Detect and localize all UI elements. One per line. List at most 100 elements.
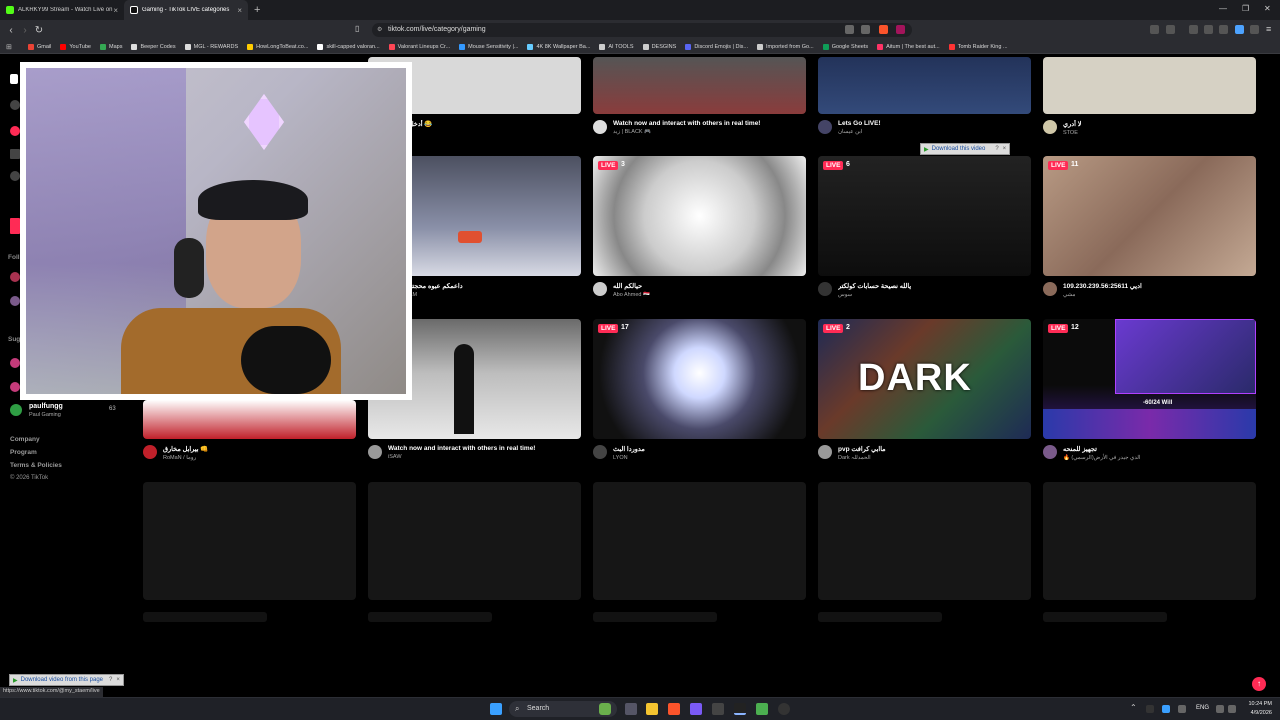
bookmark-item[interactable]: Valorant Lineups Cr... [388, 43, 450, 50]
stream-title[interactable]: Watch now and interact with others in re… [613, 120, 760, 127]
file-explorer-icon[interactable] [646, 703, 658, 715]
bookmark-item[interactable]: Discord Emojis | Dis... [685, 43, 748, 50]
stream-title[interactable]: Lets Go LIVE! [838, 120, 881, 127]
forward-icon[interactable]: › [18, 25, 32, 36]
vpn-icon[interactable] [1235, 25, 1244, 34]
bookmark-item[interactable]: Google Sheets [822, 43, 868, 50]
streamer-name[interactable]: سوس [838, 292, 911, 298]
stream-title[interactable]: مدوردا البث [613, 445, 645, 453]
bookmark-item[interactable]: Aitum | The best aut... [877, 43, 940, 50]
brave-rewards-icon[interactable] [896, 25, 905, 34]
apps-grid-icon[interactable]: ⊞ [6, 43, 12, 51]
reload-icon[interactable]: ↻ [32, 25, 46, 36]
sidebar-toggle-icon[interactable] [1204, 25, 1213, 34]
extension-icon[interactable] [845, 25, 854, 34]
tab-kick-stream[interactable]: ALKRKY99 Stream - Watch Live on K × [0, 0, 124, 20]
close-window-icon[interactable]: ✕ [1264, 4, 1271, 13]
profile-icon[interactable] [1250, 25, 1259, 34]
bookmark-item[interactable]: AI TOOLS [599, 43, 634, 50]
stream-thumbnail[interactable] [1043, 57, 1256, 114]
bookmark-item[interactable]: DESGINS [642, 43, 676, 50]
suggested-avatar[interactable] [10, 358, 20, 368]
capcut-icon[interactable] [734, 703, 746, 715]
live-card[interactable]: Lets Go LIVE! ابن عيسان [818, 57, 1031, 135]
share-icon[interactable] [861, 25, 870, 34]
streamer-name[interactable]: ابن عيسان [838, 129, 881, 135]
taskbar-search[interactable]: ⌕ Search [509, 701, 617, 717]
live-card[interactable]: -60/24 Will LIVE 12 تجهيز للمنحه 🔥 الدي ج… [1043, 319, 1256, 461]
app-icon[interactable] [712, 703, 724, 715]
streamer-name[interactable]: زيد | BLACK 🎮 [613, 129, 760, 135]
stream-title[interactable]: تجهيز للمنحه [1063, 445, 1140, 453]
help-icon[interactable]: ? [109, 677, 112, 683]
live-card[interactable]: LIVE 2 DARK pvp ماابي كرافت Dark الحمدللہ [818, 319, 1031, 461]
live-card[interactable]: بيرابل مخارق 👊 RoMaN / روما [143, 400, 356, 461]
bookmark-item[interactable]: Tomb Raider King ... [948, 43, 1008, 50]
streamer-name[interactable]: LYON [613, 455, 645, 461]
stream-thumbnail[interactable] [593, 57, 806, 114]
stream-thumbnail[interactable] [818, 57, 1031, 114]
back-arrow-icon[interactable] [10, 100, 20, 110]
streamer-name[interactable]: STOE [1063, 130, 1081, 136]
live-card[interactable]: LIVE 11 109.230.239.56:25611 اديي مشي [1043, 156, 1256, 298]
site-info-icon[interactable]: ⚙ [377, 23, 382, 37]
bookmark-item[interactable]: Maps [100, 43, 122, 50]
bookmark-item[interactable]: Gmail [28, 43, 51, 50]
windows-start-icon[interactable] [490, 703, 502, 715]
language-indicator[interactable]: ENG [1196, 705, 1209, 711]
streamer-name[interactable]: Abo Ahmed 🇮🇶 [613, 292, 650, 298]
bookmark-page-icon[interactable]: ▯ [355, 24, 359, 33]
footer-program-link[interactable]: Program [10, 449, 37, 456]
streamer-name[interactable]: Dark الحمدللہ [838, 455, 886, 461]
stream-title[interactable]: 109.230.239.56:25611 اديي [1063, 282, 1142, 290]
bookmark-item[interactable]: skill-capped valoran... [317, 43, 380, 50]
live-card[interactable]: LIVE 17 مدوردا البث LYON [593, 319, 806, 461]
stream-thumbnail[interactable]: LIVE 3 [593, 156, 806, 276]
bookmark-item[interactable]: YouTube [60, 43, 91, 50]
brave-shield-icon[interactable] [879, 25, 888, 34]
live-card[interactable]: Watch now and interact with others in re… [593, 57, 806, 135]
bookmark-item[interactable]: 4K 8K Wallpaper Ba... [527, 43, 590, 50]
stream-title[interactable]: Watch now and interact with others in re… [388, 445, 535, 452]
volume-icon[interactable] [1228, 705, 1236, 713]
suggested-user-paulfungg[interactable]: paulfungg Paul Gaming 63 [8, 403, 126, 423]
live-card[interactable]: لا أدري STOE [1043, 57, 1256, 136]
for-you-icon[interactable] [10, 126, 20, 136]
url-field[interactable]: ⚙ tiktok.com/live/category/gaming [372, 23, 912, 37]
streamer-name[interactable]: 🔥 الدي جيدر في الأرض(الرسمي) [1063, 455, 1140, 461]
leo-icon[interactable] [1219, 25, 1228, 34]
followed-avatar[interactable] [10, 296, 20, 306]
close-tab-icon[interactable]: × [237, 6, 242, 15]
extensions-icon[interactable] [1150, 25, 1159, 34]
bookmark-item[interactable]: MGL - REWARDS [184, 43, 238, 50]
stream-title[interactable]: يالله نصيحة حسابات كولكتر [838, 282, 911, 290]
scroll-to-top-button[interactable]: ↑ [1252, 677, 1266, 691]
stream-title[interactable]: pvp ماابي كرافت [838, 445, 886, 453]
live-card[interactable]: LIVE 6 يالله نصيحة حسابات كولكتر سوس [818, 156, 1031, 298]
stream-title[interactable]: حيالكم الله [613, 282, 650, 290]
close-icon[interactable]: × [1003, 146, 1007, 152]
minimize-icon[interactable]: — [1219, 4, 1227, 13]
minecraft-icon[interactable] [756, 703, 768, 715]
network-icon[interactable] [1216, 705, 1224, 713]
maximize-icon[interactable]: ❐ [1242, 4, 1249, 13]
close-tab-icon[interactable]: × [113, 6, 118, 15]
footer-company-link[interactable]: Company [10, 436, 40, 443]
keyboard-icon[interactable] [1178, 705, 1186, 713]
bookmark-item[interactable]: Imported from Go... [757, 43, 814, 50]
bookmark-item[interactable]: Mouse Sensitivity |... [459, 43, 518, 50]
help-icon[interactable]: ? [995, 146, 998, 152]
explore-icon[interactable] [10, 149, 20, 159]
discord-icon[interactable] [690, 703, 702, 715]
brave-browser-icon[interactable] [668, 703, 680, 715]
stream-thumbnail[interactable]: LIVE 6 [818, 156, 1031, 276]
task-view-icon[interactable] [625, 703, 637, 715]
obs-icon[interactable] [778, 703, 790, 715]
streamer-name[interactable]: iSAW [388, 454, 535, 460]
stream-thumbnail[interactable]: LIVE 2 DARK [818, 319, 1031, 439]
system-clock[interactable]: 10:24 PM 4/9/2026 [1248, 700, 1272, 718]
live-nav-icon[interactable] [10, 218, 20, 234]
following-icon[interactable] [10, 171, 20, 181]
stream-title[interactable]: لا أدري [1063, 120, 1081, 128]
suggested-avatar[interactable] [10, 382, 20, 392]
